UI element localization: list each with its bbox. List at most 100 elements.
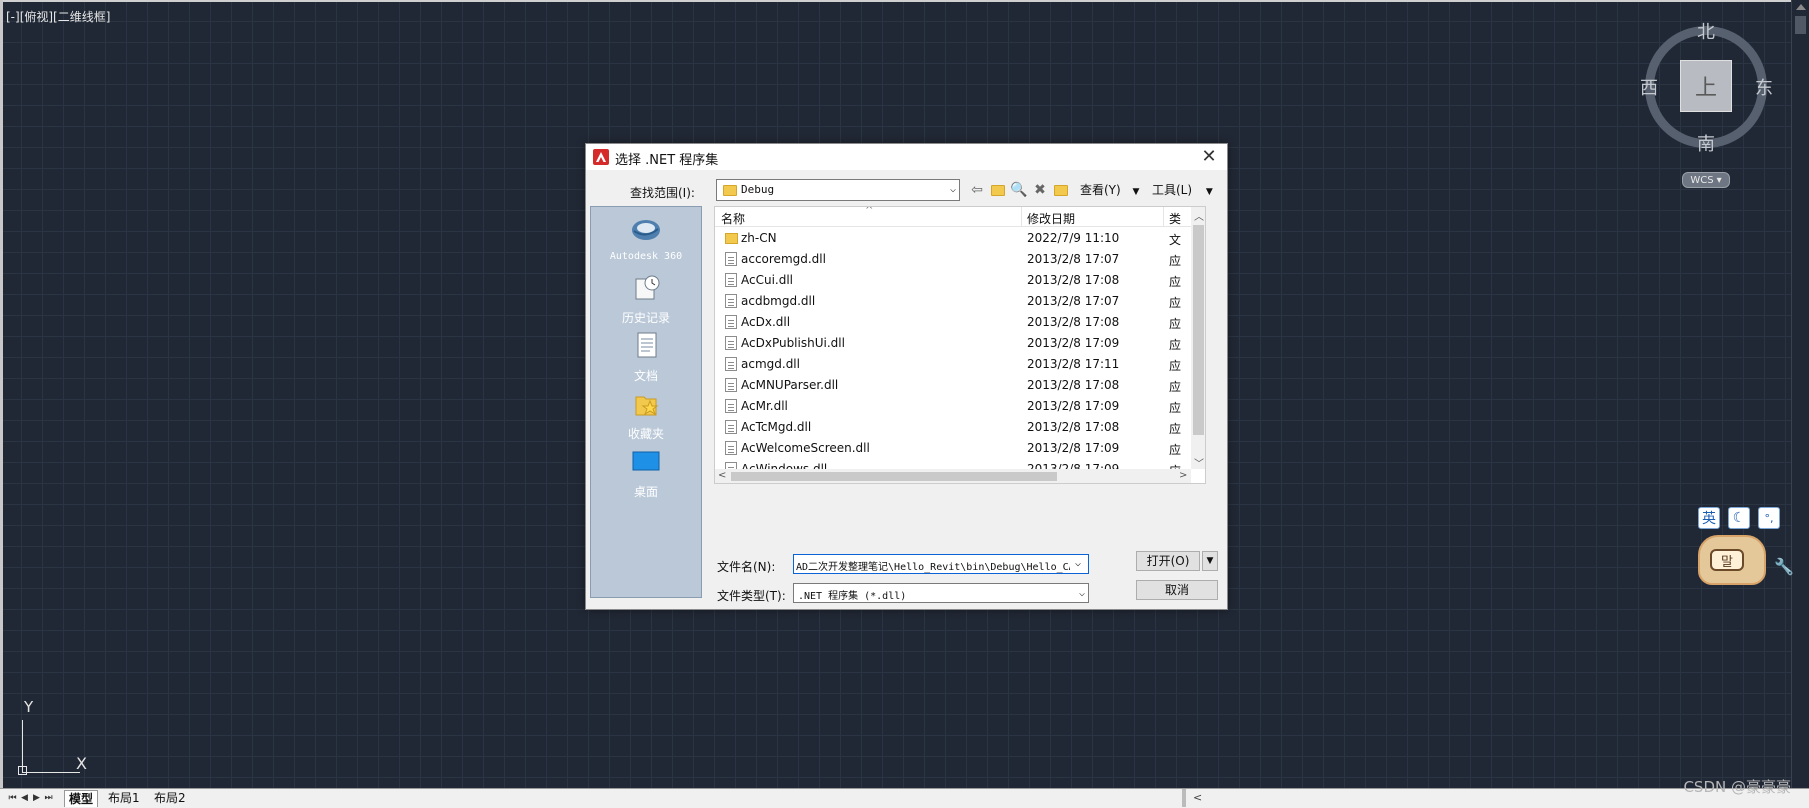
- file-date: 2013/2/8 17:09: [1027, 336, 1120, 350]
- chevron-right-icon[interactable]: >: [1179, 470, 1187, 481]
- open-options-button[interactable]: ▼: [1202, 551, 1218, 571]
- history-icon: [635, 275, 660, 300]
- prev-tab-icon[interactable]: ◀: [20, 792, 29, 804]
- viewport-controls-label[interactable]: [-][俯视][二维线框]: [6, 8, 110, 25]
- punctuation-icon[interactable]: °,: [1758, 507, 1780, 529]
- chevron-up-icon[interactable]: ︿: [1194, 208, 1204, 223]
- file-date: 2013/2/8 17:09: [1027, 399, 1120, 413]
- file-list-header: ^ 名称 修改日期 类: [715, 207, 1205, 227]
- favorites-icon: [635, 396, 659, 416]
- file-row[interactable]: AcDx.dll 2013/2/8 17:08 应: [715, 312, 1191, 333]
- file-row[interactable]: accoremgd.dll 2013/2/8 17:07 应: [715, 249, 1191, 270]
- file-type: 应: [1169, 483, 1181, 484]
- place-documents[interactable]: 文档: [591, 331, 701, 384]
- file-list[interactable]: ^ 名称 修改日期 类 zh-CN 2022/7/9 11:10 文 accoremg…: [714, 206, 1206, 484]
- lookin-combobox[interactable]: Debug ⌵: [716, 179, 960, 201]
- tools-menu[interactable]: 工具(L) ▼: [1152, 181, 1213, 198]
- delete-icon[interactable]: ✖: [1031, 182, 1049, 198]
- file-date: 2022/7/9 11:10: [1027, 231, 1120, 245]
- scroll-thumb[interactable]: [1193, 225, 1204, 435]
- compass-east[interactable]: 东: [1755, 74, 1773, 100]
- file-row[interactable]: AcMr.dll 2013/2/8 17:09 应: [715, 396, 1191, 417]
- viewcube-top-face[interactable]: 上: [1680, 60, 1732, 112]
- splitter-handle[interactable]: [1182, 789, 1186, 807]
- file-name: zh-CN: [741, 231, 777, 245]
- scroll-thumb[interactable]: [731, 472, 1057, 481]
- file-date: 2013/2/8 17:08: [1027, 315, 1120, 329]
- chevron-down-icon[interactable]: ﹀: [1194, 455, 1204, 470]
- filename-input[interactable]: AD二次开发整理笔记\Hello_Revit\bin\Debug\Hello_C…: [793, 554, 1089, 574]
- file-name: AcWelcomeScreen.dll: [741, 441, 870, 455]
- file-type: 应: [1169, 275, 1182, 289]
- wcs-menu-button[interactable]: WCS ▾: [1682, 172, 1730, 188]
- dialog-titlebar[interactable]: 选择 .NET 程序集 ✕: [586, 144, 1227, 170]
- ucs-icon: Y X: [14, 698, 114, 778]
- view-menu[interactable]: 查看(Y) ▼: [1080, 181, 1139, 198]
- file-name: AdWindows.dll: [741, 483, 828, 484]
- filetype-combobox[interactable]: .NET 程序集 (*.dll) ⌵: [793, 583, 1089, 603]
- tab-model[interactable]: 模型: [64, 790, 99, 807]
- file-row[interactable]: AcCui.dll 2013/2/8 17:08 应: [715, 270, 1191, 291]
- file-row[interactable]: AcTcMgd.dll 2013/2/8 17:08 应: [715, 417, 1191, 438]
- ucs-x-label: X: [76, 754, 87, 773]
- tab-layout1[interactable]: 布局1: [104, 790, 144, 807]
- compass-north[interactable]: 北: [1697, 18, 1715, 44]
- up-folder-icon[interactable]: [989, 182, 1007, 198]
- dll-file-icon: [725, 378, 737, 392]
- viewcube[interactable]: 北 南 西 东 上 WCS ▾: [1630, 10, 1780, 190]
- first-tab-icon[interactable]: ⏮: [8, 792, 17, 804]
- drawing-vertical-scrollbar[interactable]: [1791, 0, 1809, 788]
- ime-language-button[interactable]: 英: [1698, 507, 1720, 529]
- compass-west[interactable]: 西: [1640, 74, 1658, 100]
- tab-layout2[interactable]: 布局2: [150, 790, 190, 807]
- column-divider[interactable]: [1163, 207, 1164, 227]
- new-folder-icon[interactable]: [1052, 182, 1070, 198]
- column-type[interactable]: 类: [1169, 210, 1181, 227]
- ime-toolbar[interactable]: 英 ☾ °, 말 🔧: [1698, 507, 1794, 589]
- column-name[interactable]: 名称: [721, 210, 745, 227]
- next-tab-icon[interactable]: ▶: [32, 792, 41, 804]
- chevron-left-icon[interactable]: <: [1193, 791, 1202, 804]
- file-date: 2013/2/8 17:11: [1027, 357, 1120, 371]
- search-web-icon[interactable]: 🔍: [1010, 182, 1028, 198]
- dll-file-icon: [725, 294, 737, 308]
- file-list-vscrollbar[interactable]: ︿ ﹀: [1191, 207, 1205, 470]
- place-autodesk-360[interactable]: Autodesk 360: [591, 215, 701, 262]
- file-row[interactable]: zh-CN 2022/7/9 11:10 文: [715, 228, 1191, 249]
- column-date[interactable]: 修改日期: [1027, 210, 1075, 227]
- dll-file-icon: [725, 483, 737, 484]
- close-icon[interactable]: ✕: [1199, 146, 1219, 167]
- file-row[interactable]: acdbmgd.dll 2013/2/8 17:07 应: [715, 291, 1191, 312]
- file-row[interactable]: AcMNUParser.dll 2013/2/8 17:08 应: [715, 375, 1191, 396]
- chevron-down-icon[interactable]: ⌵: [1070, 555, 1086, 573]
- place-history[interactable]: 历史记录: [591, 273, 701, 326]
- file-list-hscrollbar[interactable]: < >: [715, 469, 1191, 483]
- file-row[interactable]: AcWelcomeScreen.dll 2013/2/8 17:09 应: [715, 438, 1191, 459]
- file-name: AcCui.dll: [741, 273, 794, 287]
- file-date: 2013/2/8 17:07: [1027, 294, 1120, 308]
- filename-value: AD二次开发整理笔记\Hello_Revit\bin\Debug\Hello_C…: [796, 562, 1081, 573]
- wcs-label: WCS: [1690, 174, 1714, 186]
- compass-south[interactable]: 南: [1697, 130, 1715, 156]
- file-name: accoremgd.dll: [741, 252, 826, 266]
- ime-mascot-icon[interactable]: 말: [1698, 535, 1766, 585]
- scroll-up-icon[interactable]: [1796, 4, 1806, 10]
- wrench-icon[interactable]: 🔧: [1774, 557, 1794, 576]
- column-divider[interactable]: [1021, 207, 1022, 227]
- chevron-left-icon[interactable]: <: [718, 470, 726, 481]
- last-tab-icon[interactable]: ⏭: [44, 792, 53, 804]
- cancel-button[interactable]: 取消: [1136, 580, 1218, 600]
- sort-caret-icon: ^: [865, 206, 874, 216]
- chevron-down-icon: ▾: [1716, 174, 1722, 186]
- moon-icon[interactable]: ☾: [1728, 507, 1750, 529]
- file-type: 文: [1169, 233, 1182, 247]
- file-type: 应: [1169, 380, 1182, 394]
- back-icon[interactable]: ⇦: [968, 182, 986, 198]
- file-row[interactable]: acmgd.dll 2013/2/8 17:11 应: [715, 354, 1191, 375]
- scroll-thumb[interactable]: [1795, 16, 1806, 34]
- place-favorites[interactable]: 收藏夹: [591, 389, 701, 442]
- filetype-value: .NET 程序集 (*.dll): [798, 591, 907, 602]
- open-button[interactable]: 打开(O): [1136, 551, 1200, 571]
- place-desktop[interactable]: 桌面: [591, 447, 701, 500]
- file-row[interactable]: AcDxPublishUi.dll 2013/2/8 17:09 应: [715, 333, 1191, 354]
